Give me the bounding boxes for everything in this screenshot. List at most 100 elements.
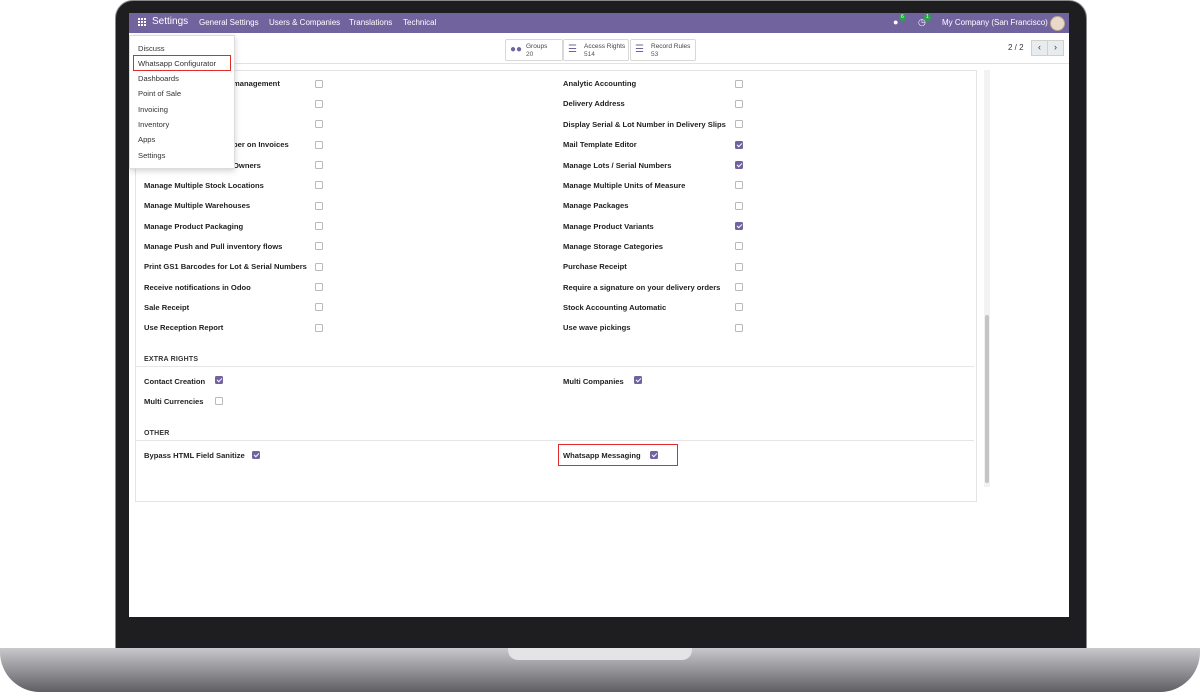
left-row-label: Use Reception Report — [144, 323, 224, 332]
left-checkbox[interactable] — [315, 283, 323, 291]
right-row-label: Require a signature on your delivery ord… — [563, 283, 721, 292]
record-rules-label: Record Rules — [651, 43, 691, 50]
chat-badge: 6 — [899, 14, 906, 21]
left-checkbox[interactable] — [315, 100, 323, 108]
right-checkbox[interactable] — [735, 222, 743, 230]
right-row-label: Manage Multiple Units of Measure — [563, 181, 686, 190]
section-divider — [136, 440, 974, 441]
left-checkbox[interactable] — [315, 263, 323, 271]
right-row-label: Analytic Accounting — [563, 79, 637, 88]
section-title-extra-rights: EXTRA RIGHTS — [144, 356, 199, 363]
dropdown-item-inventory[interactable]: Inventory — [138, 120, 169, 129]
right-row-label: Manage Product Variants — [563, 222, 654, 231]
whatsapp-messaging-highlight — [558, 444, 678, 466]
right-checkbox[interactable] — [735, 120, 743, 128]
right-checkbox[interactable] — [735, 141, 743, 149]
left-checkbox[interactable] — [315, 202, 323, 210]
pager-previous-button[interactable]: ‹ — [1031, 40, 1048, 56]
right-row-label: Delivery Address — [563, 99, 625, 108]
left-row-label: Sale Receipt — [144, 303, 190, 312]
multi-companies-label: Multi Companies — [563, 377, 624, 386]
bypass-html-checkbox[interactable] — [252, 451, 260, 459]
menu-general-settings[interactable]: General Settings — [199, 18, 259, 27]
pager-next-button[interactable]: › — [1047, 40, 1064, 56]
multi-currencies-label: Multi Currencies — [144, 397, 204, 406]
record-rules-stat-button[interactable]: ☰ Record Rules 53 — [630, 39, 696, 61]
contact-creation-checkbox[interactable] — [215, 376, 223, 384]
list-icon: ☰ — [635, 44, 644, 55]
right-checkbox[interactable] — [735, 202, 743, 210]
dropdown-item-invoicing[interactable]: Invoicing — [138, 105, 168, 114]
right-checkbox[interactable] — [735, 80, 743, 88]
dropdown-item-discuss[interactable]: Discuss — [138, 44, 165, 53]
left-row-label: management — [233, 79, 280, 88]
apps-dropdown-menu: Discuss Whatsapp Configurator Dashboards… — [129, 35, 235, 169]
groups-label: Groups — [526, 43, 548, 50]
right-checkbox[interactable] — [735, 303, 743, 311]
right-row-label: Purchase Receipt — [563, 262, 627, 271]
list-icon: ☰ — [568, 44, 577, 55]
whatsapp-configurator-highlight — [133, 55, 231, 71]
left-row-label: Receive notifications in Odoo — [144, 283, 251, 292]
groups-stat-button[interactable]: ●● Groups 20 — [505, 39, 563, 61]
scrollbar-thumb[interactable] — [985, 315, 989, 483]
laptop-notch — [508, 648, 692, 660]
access-rights-stat-button[interactable]: ☰ Access Rights 514 — [563, 39, 629, 61]
dropdown-item-point-of-sale[interactable]: Point of Sale — [138, 89, 181, 98]
right-checkbox[interactable] — [735, 100, 743, 108]
bypass-html-label: Bypass HTML Field Sanitize — [144, 451, 245, 460]
apps-grid-icon[interactable] — [137, 17, 146, 26]
company-switcher[interactable]: My Company (San Francisco) — [942, 18, 1048, 27]
right-checkbox[interactable] — [735, 181, 743, 189]
multi-currencies-checkbox[interactable] — [215, 397, 223, 405]
right-checkbox[interactable] — [735, 283, 743, 291]
left-checkbox[interactable] — [315, 181, 323, 189]
left-row-label: ber on Invoices — [233, 140, 289, 149]
menu-translations[interactable]: Translations — [349, 18, 392, 27]
dropdown-item-apps[interactable]: Apps — [138, 135, 155, 144]
access-rights-label: Access Rights — [584, 43, 626, 50]
activity-clock-icon[interactable]: ◷ 1 — [918, 14, 931, 27]
groups-count: 20 — [526, 51, 534, 58]
right-checkbox[interactable] — [735, 263, 743, 271]
form-sheet — [135, 70, 977, 502]
right-row-label: Manage Packages — [563, 201, 629, 210]
right-checkbox[interactable] — [735, 324, 743, 332]
left-checkbox[interactable] — [315, 324, 323, 332]
access-rights-count: 514 — [584, 51, 595, 58]
menu-users-companies[interactable]: Users & Companies — [269, 18, 340, 27]
screen: Settings General Settings Users & Compan… — [129, 13, 1069, 617]
left-checkbox[interactable] — [315, 303, 323, 311]
right-checkbox[interactable] — [735, 242, 743, 250]
pager-value[interactable]: 2 / 2 — [1008, 43, 1024, 52]
dropdown-item-settings[interactable]: Settings — [138, 151, 165, 160]
right-row-label: Manage Storage Categories — [563, 242, 664, 251]
right-row-label: Manage Lots / Serial Numbers — [563, 161, 672, 170]
users-icon: ●● — [510, 44, 523, 55]
left-row-label: Manage Multiple Stock Locations — [144, 181, 264, 190]
app-title[interactable]: Settings — [152, 16, 188, 27]
left-checkbox[interactable] — [315, 80, 323, 88]
chat-icon[interactable]: ● 6 — [893, 14, 906, 27]
record-rules-count: 53 — [651, 51, 659, 58]
left-checkbox[interactable] — [315, 161, 323, 169]
left-checkbox[interactable] — [315, 242, 323, 250]
user-avatar[interactable] — [1050, 16, 1065, 31]
left-row-label: Owners — [233, 161, 261, 170]
section-title-other: OTHER — [144, 430, 170, 437]
multi-companies-checkbox[interactable] — [634, 376, 642, 384]
right-row-label: Stock Accounting Automatic — [563, 303, 667, 312]
left-row-label: Print GS1 Barcodes for Lot & Serial Numb… — [144, 262, 307, 271]
right-row-label: Mail Template Editor — [563, 140, 637, 149]
right-row-label: Use wave pickings — [563, 323, 631, 332]
dropdown-item-dashboards[interactable]: Dashboards — [138, 74, 179, 83]
left-row-label: Manage Product Packaging — [144, 222, 244, 231]
left-row-label: Manage Push and Pull inventory flows — [144, 242, 283, 251]
activity-badge: 1 — [924, 14, 931, 21]
right-checkbox[interactable] — [735, 161, 743, 169]
left-row-label: Manage Multiple Warehouses — [144, 201, 251, 210]
left-checkbox[interactable] — [315, 120, 323, 128]
menu-technical[interactable]: Technical — [403, 18, 436, 27]
left-checkbox[interactable] — [315, 141, 323, 149]
left-checkbox[interactable] — [315, 222, 323, 230]
